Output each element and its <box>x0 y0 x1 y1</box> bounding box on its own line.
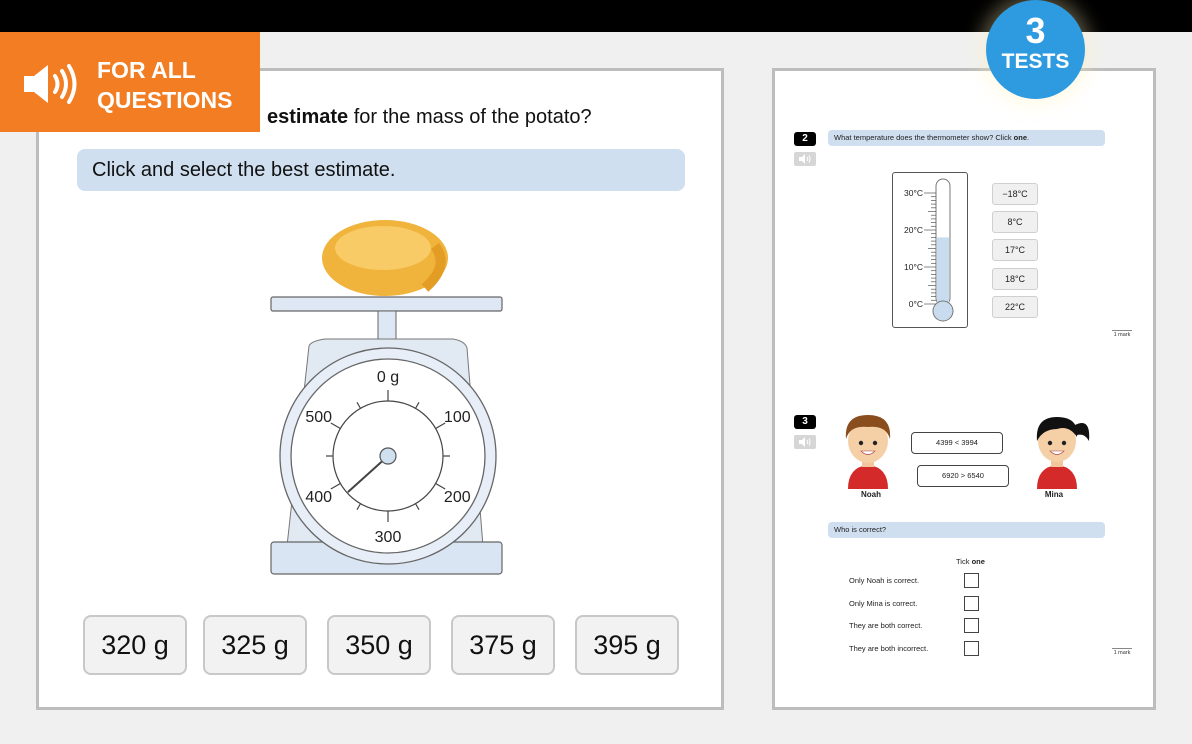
tick-checkbox[interactable] <box>964 618 979 633</box>
audio-banner-label: FOR ALL QUESTIONS <box>97 55 232 115</box>
question-number: 2 <box>794 132 816 146</box>
mina-speech-bubble: 6920 > 6540 <box>917 465 1009 487</box>
tick-bold: one <box>971 557 985 566</box>
temperature-option[interactable]: 17°C <box>992 239 1038 261</box>
choice-button[interactable]: 350 g <box>327 615 431 675</box>
option-label: They are both correct. <box>849 621 923 630</box>
audio-all-questions-button[interactable]: FOR ALL QUESTIONS <box>0 32 260 132</box>
badge-word: TESTS <box>1001 50 1070 73</box>
q2-prompt: What temperature does the thermometer sh… <box>834 133 1014 142</box>
tick-label: Tick <box>956 557 972 566</box>
option-label: Only Noah is correct. <box>849 576 920 585</box>
audio-banner-line1: FOR ALL <box>97 57 196 83</box>
temperature-option[interactable]: 22°C <box>992 296 1038 318</box>
noah-name: Noah <box>861 490 881 499</box>
choice-button[interactable]: 395 g <box>575 615 679 675</box>
tick-checkbox[interactable] <box>964 641 979 656</box>
noah-speech-bubble: 4399 < 3994 <box>911 432 1003 454</box>
option-label: They are both incorrect. <box>849 644 929 653</box>
question-rest: for the mass of the potato? <box>348 106 592 128</box>
q2-prompt-bold: one <box>1013 133 1028 142</box>
mina-name: Mina <box>1044 490 1064 499</box>
choice-button[interactable]: 375 g <box>451 615 555 675</box>
thermometer-label: 20°C <box>904 225 923 235</box>
dial-label: 200 <box>444 489 471 506</box>
mark-label: 1 mark <box>1112 648 1132 656</box>
temperature-option[interactable]: 8°C <box>992 211 1038 233</box>
thermometer-label: 10°C <box>904 262 923 272</box>
scale-platform <box>270 296 503 312</box>
choice-button[interactable]: 320 g <box>83 615 187 675</box>
option-label: Only Mina is correct. <box>849 599 918 608</box>
scale-needle-hub <box>379 447 397 465</box>
dial-label: 300 <box>375 529 402 546</box>
kitchen-scale: 0 g 100 200 300 400 500 <box>270 220 503 575</box>
question-text: estimate for the mass of the potato? <box>267 106 592 129</box>
temperature-option[interactable]: 18°C <box>992 268 1038 290</box>
dial-label: 0 g <box>377 369 399 386</box>
badge-number: 3 <box>1025 10 1046 51</box>
question-panel-left: estimate for the mass of the potato? Cli… <box>36 68 724 710</box>
q2-prompt-end: . <box>1027 133 1030 142</box>
tick-checkbox[interactable] <box>964 573 979 588</box>
choice-button[interactable]: 325 g <box>203 615 307 675</box>
speaker-icon <box>799 154 811 164</box>
tick-instruction: Tick one <box>956 557 985 566</box>
question-audio-button[interactable] <box>794 152 816 166</box>
question-prompt-bar: Who is correct? <box>828 522 1105 538</box>
dial-label: 400 <box>305 489 332 506</box>
temperature-option[interactable]: −18°C <box>992 183 1038 205</box>
mark-label: 1 mark <box>1112 330 1132 338</box>
thermometer-label: 0°C <box>909 299 923 309</box>
thermometer-label: 30°C <box>904 188 923 198</box>
noah-illustration <box>845 415 891 489</box>
thermometer: 30°C 20°C 10°C 0°C <box>904 178 954 322</box>
instruction-bar: Click and select the best estimate. <box>77 149 685 191</box>
audio-banner-line2: QUESTIONS <box>97 87 233 113</box>
tests-count-badge: 3 TESTS <box>986 0 1085 99</box>
potato <box>322 220 448 296</box>
question-bold: estimate <box>267 106 349 128</box>
dial-label: 500 <box>305 409 332 426</box>
dial-label: 100 <box>444 409 471 426</box>
thermometer-frame: 30°C 20°C 10°C 0°C <box>892 172 968 328</box>
speaker-icon <box>24 64 77 104</box>
scale-stem <box>377 310 397 340</box>
question-audio-button[interactable] <box>794 435 816 449</box>
question-prompt-bar: What temperature does the thermometer sh… <box>828 130 1105 146</box>
preview-panel-right: 2 What temperature does the thermometer … <box>772 68 1156 710</box>
speaker-icon <box>799 437 811 447</box>
question-number: 3 <box>794 415 816 429</box>
thermometer-liquid <box>937 237 949 309</box>
tick-checkbox[interactable] <box>964 596 979 611</box>
mina-illustration <box>1036 417 1090 489</box>
